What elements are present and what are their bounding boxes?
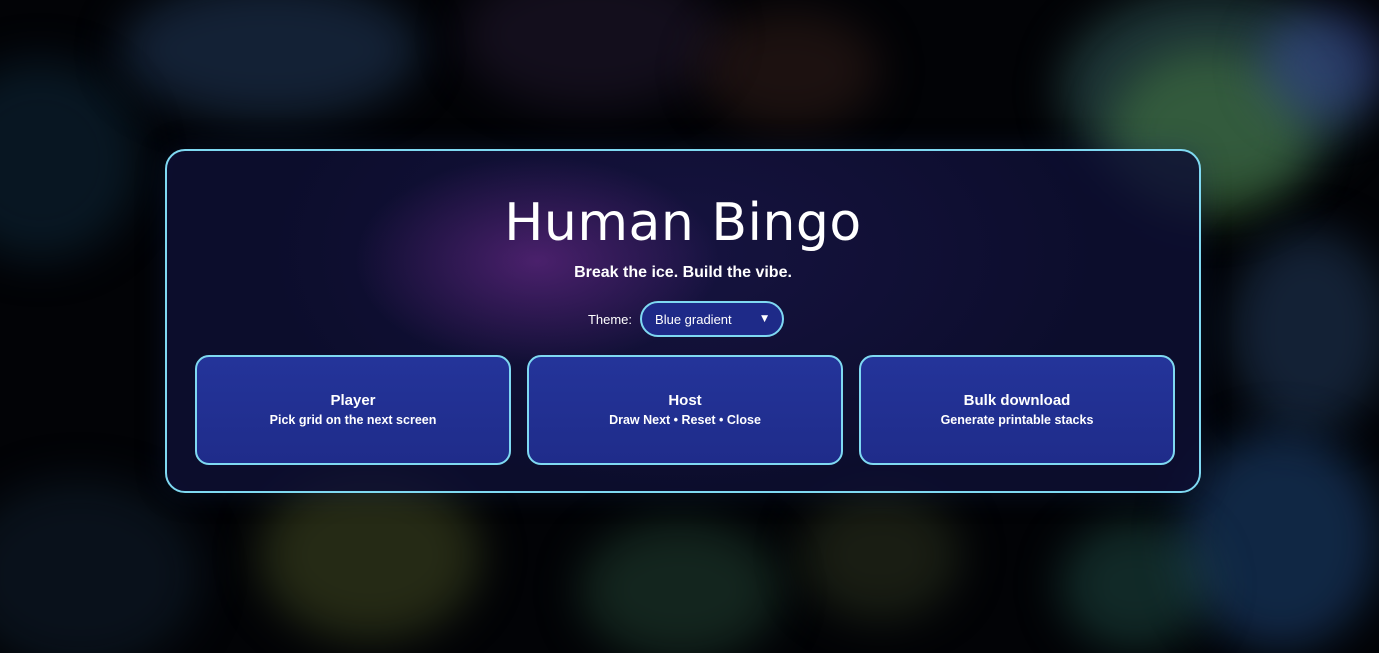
player-button[interactable]: Player Pick grid on the next screen — [195, 355, 511, 465]
main-panel: Human Bingo Break the ice. Build the vib… — [165, 149, 1201, 493]
tagline: Break the ice. Build the vibe. — [574, 264, 792, 281]
background-bokeh — [120, 0, 420, 120]
background-bokeh — [580, 520, 780, 653]
host-button[interactable]: Host Draw Next • Reset • Close — [527, 355, 843, 465]
host-button-subtitle: Draw Next • Reset • Close — [609, 413, 761, 427]
theme-selected-value: Blue gradient — [655, 311, 732, 327]
bulk-download-button-title: Bulk download — [963, 392, 1071, 409]
player-button-title: Player — [330, 392, 376, 409]
background-bokeh — [1060, 520, 1210, 650]
background-bokeh — [460, 0, 720, 110]
background-bokeh — [0, 480, 200, 653]
background-bokeh — [700, 10, 880, 130]
theme-label: Theme: — [587, 311, 633, 327]
bulk-download-button-subtitle: Generate printable stacks — [940, 413, 1094, 427]
background-bokeh — [260, 470, 480, 640]
app-background: Human Bingo Break the ice. Build the vib… — [0, 0, 1379, 653]
background-bokeh — [800, 490, 960, 620]
background-bokeh — [1230, 230, 1379, 430]
player-button-subtitle: Pick grid on the next screen — [269, 413, 437, 427]
background-bokeh — [1180, 430, 1379, 650]
theme-select[interactable]: Blue gradient ▼ — [640, 301, 785, 337]
chevron-down-icon: ▼ — [761, 314, 769, 324]
page-title: Human Bingo — [504, 193, 862, 253]
host-button-title: Host — [668, 392, 702, 409]
theme-row: Theme: Blue gradient ▼ — [167, 301, 1199, 337]
background-bokeh — [0, 60, 140, 260]
bulk-download-button[interactable]: Bulk download Generate printable stacks — [859, 355, 1175, 465]
background-bokeh — [1260, 10, 1379, 120]
